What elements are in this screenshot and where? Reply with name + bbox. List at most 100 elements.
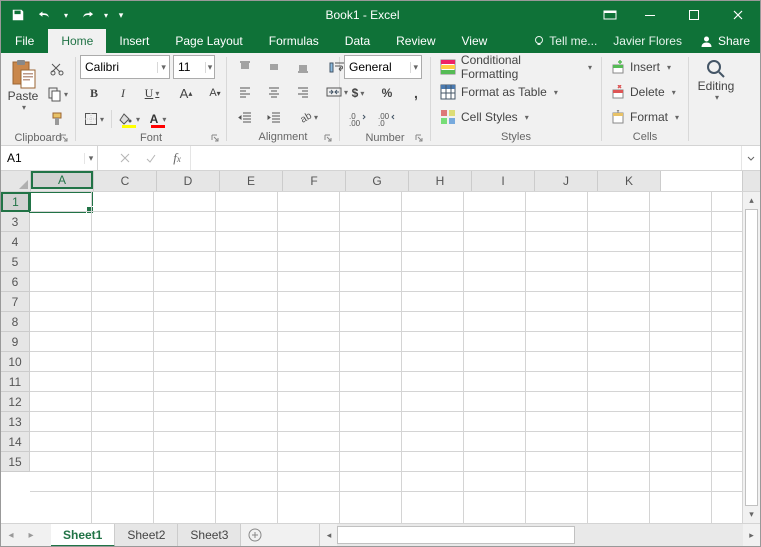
tab-view[interactable]: View	[449, 29, 501, 53]
qat-customize[interactable]: ▾	[113, 1, 129, 29]
bold-button[interactable]: B	[80, 81, 108, 105]
column-header[interactable]: F	[283, 171, 346, 191]
tab-formulas[interactable]: Formulas	[256, 29, 332, 53]
alignment-launcher[interactable]	[321, 131, 335, 145]
tab-page-layout[interactable]: Page Layout	[162, 29, 255, 53]
row-header[interactable]: 14	[1, 432, 30, 452]
row-header[interactable]: 1	[1, 192, 30, 212]
tell-me[interactable]: Tell me...	[525, 29, 605, 53]
borders-button[interactable]: ▾	[80, 107, 108, 131]
row-header[interactable]: 5	[1, 252, 30, 272]
name-box-input[interactable]	[1, 151, 84, 165]
row-header[interactable]: 6	[1, 272, 30, 292]
cells-area[interactable]	[30, 192, 742, 523]
sheet-nav-prev[interactable]: ◂	[1, 524, 21, 546]
font-size-combo[interactable]: ▾	[173, 55, 215, 79]
scroll-down-button[interactable]: ▾	[743, 506, 760, 523]
number-format-combo[interactable]: ▾	[344, 55, 422, 79]
tab-home[interactable]: Home	[48, 29, 106, 53]
find-select-button[interactable]: Editing ▾	[694, 55, 738, 129]
decrease-decimal-button[interactable]: .00.0	[373, 107, 401, 131]
row-header[interactable]: 3	[1, 212, 30, 232]
select-all-corner[interactable]	[1, 171, 31, 191]
chevron-down-icon[interactable]: ▾	[410, 62, 421, 73]
maximize-button[interactable]	[672, 1, 716, 29]
expand-formula-bar[interactable]	[741, 146, 760, 170]
row-header[interactable]: 4	[1, 232, 30, 252]
column-header[interactable]: D	[157, 171, 220, 191]
copy-button[interactable]: ▾	[43, 82, 71, 106]
column-header[interactable]: E	[220, 171, 283, 191]
row-header[interactable]: 9	[1, 332, 30, 352]
percent-format-button[interactable]: %	[373, 81, 401, 105]
align-top-button[interactable]	[231, 55, 259, 79]
cell-styles-button[interactable]: Cell Styles▾	[435, 105, 597, 129]
share-button[interactable]: Share	[690, 29, 760, 53]
accounting-format-button[interactable]: $▾	[344, 81, 372, 105]
clipboard-launcher[interactable]	[57, 131, 71, 145]
font-color-button[interactable]: A▾	[144, 107, 172, 131]
column-header[interactable]: I	[472, 171, 535, 191]
row-header[interactable]: 15	[1, 452, 30, 472]
vertical-scrollbar[interactable]: ▴ ▾	[742, 192, 760, 523]
scroll-up-button[interactable]: ▴	[743, 192, 760, 209]
increase-indent-button[interactable]	[260, 105, 288, 129]
tab-data[interactable]: Data	[332, 29, 383, 53]
align-middle-button[interactable]	[260, 55, 288, 79]
horizontal-scrollbar[interactable]: ◂ ▸	[319, 524, 760, 546]
row-header[interactable]: 7	[1, 292, 30, 312]
orientation-button[interactable]: ab▾	[294, 105, 322, 129]
tab-insert[interactable]: Insert	[106, 29, 162, 53]
increase-font-button[interactable]: A▴	[172, 81, 200, 105]
column-header[interactable]: C	[94, 171, 157, 191]
delete-cells-button[interactable]: Delete▾	[606, 80, 684, 104]
number-format-input[interactable]	[345, 60, 410, 74]
insert-function-button[interactable]: fx	[164, 146, 190, 170]
sheet-tab[interactable]: Sheet2	[115, 524, 178, 546]
sheet-nav-next[interactable]: ▸	[21, 524, 41, 546]
fill-handle[interactable]	[86, 206, 94, 214]
row-header[interactable]: 8	[1, 312, 30, 332]
column-header[interactable]: H	[409, 171, 472, 191]
row-header[interactable]: 10	[1, 352, 30, 372]
sheet-tab[interactable]: Sheet1	[51, 524, 115, 547]
font-name-input[interactable]	[81, 60, 157, 74]
row-header[interactable]: 11	[1, 372, 30, 392]
new-sheet-button[interactable]	[241, 524, 269, 546]
column-header[interactable]: J	[535, 171, 598, 191]
name-box[interactable]: ▾	[1, 146, 98, 170]
increase-decimal-button[interactable]: .0.00	[344, 107, 372, 131]
chevron-down-icon[interactable]: ▾	[84, 153, 97, 164]
ribbon-display-options[interactable]	[592, 1, 628, 29]
close-button[interactable]	[716, 1, 760, 29]
scroll-left-button[interactable]: ◂	[320, 524, 337, 546]
redo-dropdown[interactable]: ▾	[101, 1, 111, 29]
row-header[interactable]: 13	[1, 412, 30, 432]
fill-color-button[interactable]: ▾	[115, 107, 143, 131]
tab-file[interactable]: File	[1, 29, 48, 53]
minimize-button[interactable]	[628, 1, 672, 29]
column-header[interactable]: A	[31, 171, 93, 189]
chevron-down-icon[interactable]: ▾	[205, 62, 214, 73]
align-right-button[interactable]	[289, 80, 317, 104]
redo-button[interactable]	[73, 1, 99, 29]
font-size-input[interactable]	[174, 60, 205, 74]
paste-button[interactable]: Paste ▾	[5, 55, 41, 129]
conditional-formatting-button[interactable]: Conditional Formatting▾	[435, 55, 597, 79]
align-left-button[interactable]	[231, 80, 259, 104]
save-button[interactable]	[5, 1, 31, 29]
formula-input[interactable]	[191, 146, 741, 170]
account-name[interactable]: Javier Flores	[605, 29, 690, 53]
decrease-font-button[interactable]: A▾	[201, 81, 229, 105]
row-header[interactable]: 12	[1, 392, 30, 412]
insert-cells-button[interactable]: Insert▾	[606, 55, 684, 79]
hscroll-thumb[interactable]	[337, 526, 574, 544]
number-launcher[interactable]	[412, 131, 426, 145]
format-as-table-button[interactable]: Format as Table▾	[435, 80, 597, 104]
comma-format-button[interactable]: ,	[402, 81, 430, 105]
format-cells-button[interactable]: Format▾	[606, 105, 684, 129]
italic-button[interactable]: I	[109, 81, 137, 105]
scroll-right-button[interactable]: ▸	[743, 524, 760, 546]
cut-button[interactable]	[43, 57, 71, 81]
align-bottom-button[interactable]	[289, 55, 317, 79]
